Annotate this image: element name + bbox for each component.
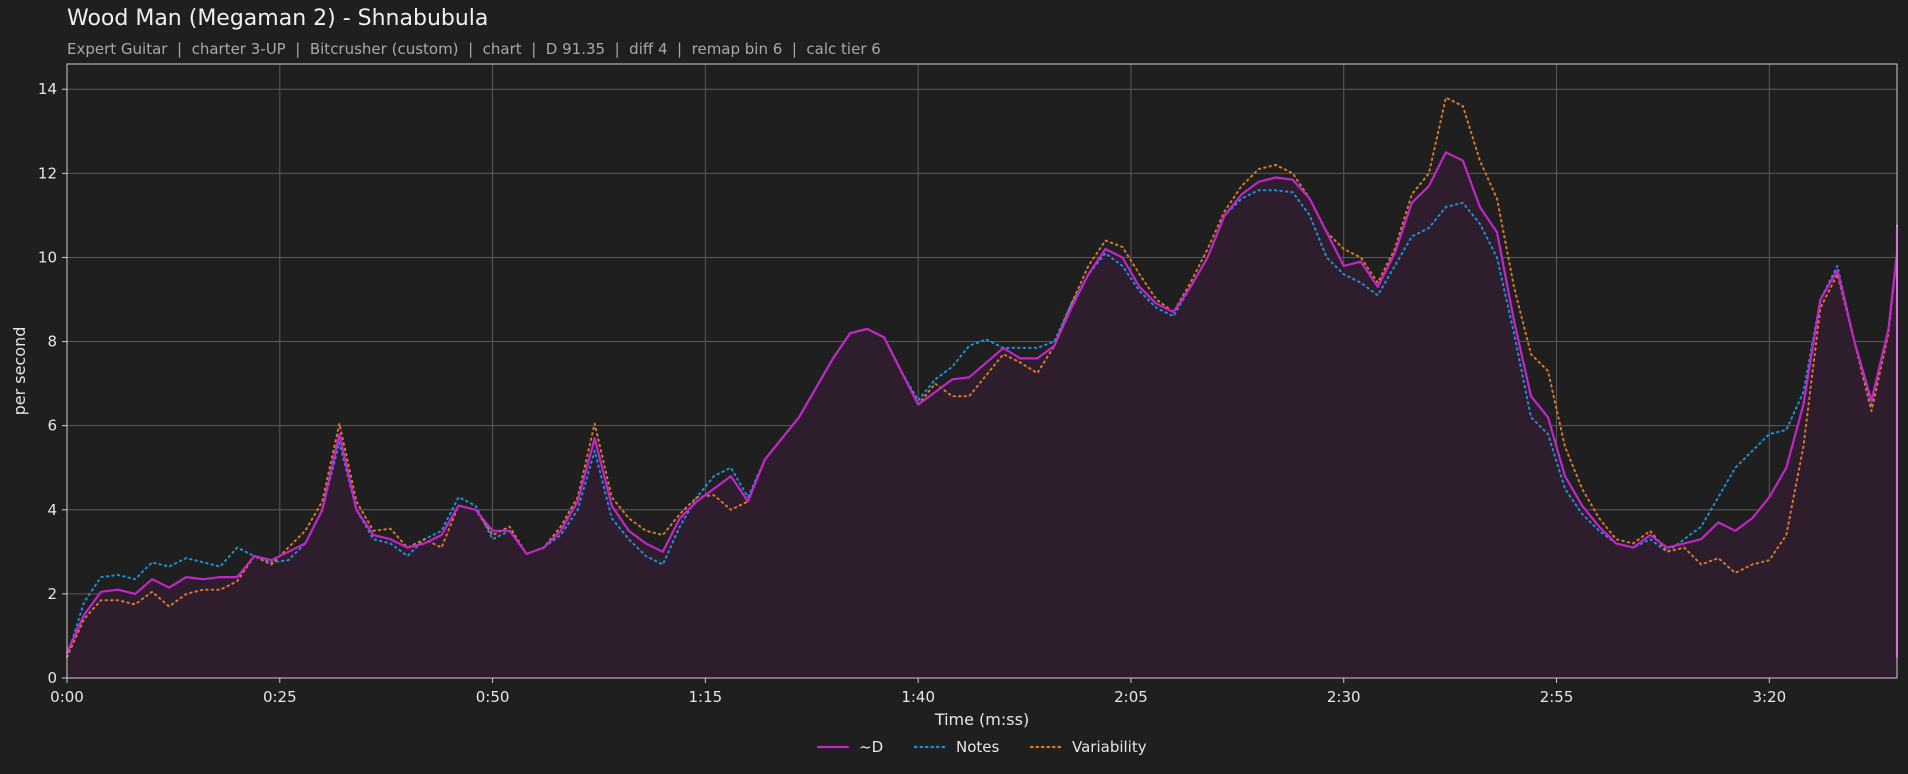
x-tick-label: 0:00	[50, 688, 84, 706]
legend: ~D Notes Variability	[816, 738, 1147, 756]
y-tick-label: 12	[38, 164, 57, 182]
x-tick-label: 0:25	[263, 688, 297, 706]
x-tick-label: 2:05	[1114, 688, 1148, 706]
x-tick-label: 1:40	[901, 688, 935, 706]
y-tick-label: 6	[47, 417, 57, 435]
y-tick-label: 4	[47, 501, 57, 519]
x-tick-label: 0:50	[476, 688, 510, 706]
x-axis: 0:00 0:25 0:50 1:15 1:40 2:05 2:30 2:55 3:20	[50, 678, 1786, 706]
y-tick-label: 14	[38, 80, 57, 98]
legend-label: ~D	[859, 738, 883, 756]
y-tick-label: 2	[47, 585, 57, 603]
legend-label: Notes	[956, 738, 1000, 756]
series-fill-d	[67, 152, 1897, 679]
x-tick-label: 2:30	[1327, 688, 1361, 706]
x-tick-label: 3:20	[1752, 688, 1786, 706]
y-axis-label: per second	[10, 327, 29, 416]
y-tick-label: 10	[38, 248, 57, 266]
fill-layer	[67, 152, 1897, 679]
legend-label: Variability	[1072, 738, 1147, 756]
y-axis: 0 2 4 6 8 10 12 14	[38, 80, 67, 687]
x-tick-label: 1:15	[689, 688, 723, 706]
x-axis-label: Time (m:ss)	[934, 710, 1029, 729]
y-tick-label: 8	[47, 333, 57, 351]
chart-canvas: 0:00 0:25 0:50 1:15 1:40 2:05 2:30 2:55 3:20 0 2 4…	[10, 63, 1899, 756]
y-tick-label: 0	[47, 669, 57, 687]
x-tick-label: 2:55	[1540, 688, 1574, 706]
